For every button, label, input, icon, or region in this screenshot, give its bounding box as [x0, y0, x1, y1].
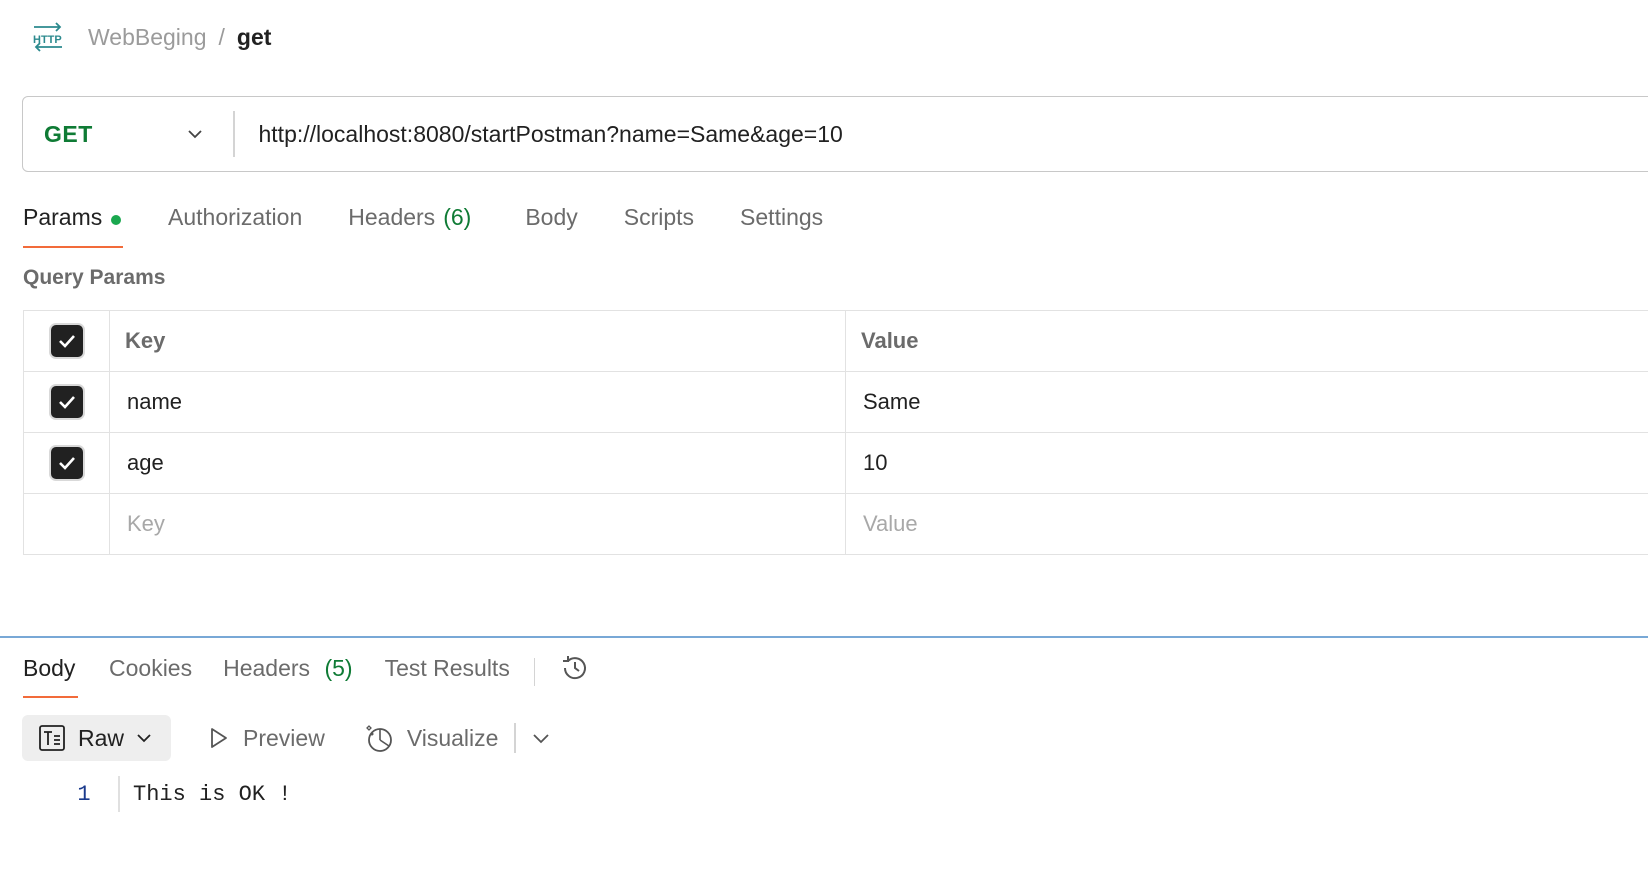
check-icon — [58, 335, 75, 348]
value-column-header: Value — [845, 310, 1648, 372]
tab-scripts[interactable]: Scripts — [624, 200, 694, 248]
table-header-row: Key Value — [23, 310, 1648, 372]
request-url-bar: GET — [22, 96, 1648, 172]
chevron-down-icon — [137, 734, 151, 743]
pane-splitter[interactable] — [0, 636, 1648, 638]
chevron-down-icon[interactable] — [530, 727, 552, 749]
raw-format-dropdown[interactable]: Raw — [22, 715, 171, 761]
view-divider — [514, 723, 516, 753]
row-checkbox-cell — [23, 371, 110, 433]
svg-text:HTTP: HTTP — [33, 34, 62, 46]
response-tabs: Body Cookies Headers (5) Test Results — [23, 652, 591, 700]
param-key[interactable]: name — [109, 371, 846, 433]
tab-headers-count: (6) — [443, 204, 472, 230]
key-column-header: Key — [109, 310, 846, 372]
response-tab-cookies-label: Cookies — [109, 655, 193, 681]
tab-body-label: Body — [525, 204, 578, 230]
method-label: GET — [44, 120, 93, 147]
visualize-label: Visualize — [406, 724, 499, 751]
preview-label: Preview — [243, 724, 325, 751]
tab-divider — [533, 658, 536, 686]
url-input[interactable] — [234, 96, 1648, 172]
empty-checkbox-cell — [23, 493, 110, 555]
row-checkbox-cell — [23, 432, 110, 494]
tab-headers-label: Headers — [348, 204, 436, 230]
http-icon: HTTP — [30, 19, 66, 55]
tab-headers[interactable]: Headers (6) — [348, 200, 471, 248]
row-checkbox[interactable] — [50, 447, 83, 479]
tab-params-label: Params — [23, 204, 103, 230]
response-view-bar: Raw Preview Visualize — [22, 715, 552, 761]
select-all-cell — [23, 310, 110, 372]
select-all-checkbox[interactable] — [50, 325, 83, 357]
query-params-table: Key Value name Same age 10 Key Value — [23, 310, 1648, 555]
tab-settings[interactable]: Settings — [740, 200, 823, 248]
params-active-dot — [111, 215, 122, 225]
response-tab-body-label: Body — [23, 655, 76, 681]
tab-authorization-label: Authorization — [168, 204, 303, 230]
gutter-line — [118, 776, 120, 812]
preview-button[interactable]: Preview — [205, 725, 325, 752]
row-checkbox[interactable] — [50, 386, 83, 418]
response-tab-cookies[interactable]: Cookies — [109, 652, 192, 698]
query-params-title: Query Params — [23, 266, 166, 289]
response-tab-body[interactable]: Body — [23, 652, 78, 698]
param-key[interactable]: age — [109, 432, 846, 494]
new-value-input[interactable]: Value — [845, 493, 1648, 555]
new-param-row: Key Value — [23, 493, 1648, 555]
response-tab-test-results-label: Test Results — [384, 655, 510, 681]
tab-body[interactable]: Body — [525, 200, 577, 248]
param-value[interactable]: 10 — [845, 432, 1648, 494]
method-select[interactable]: GET — [23, 97, 233, 171]
param-value[interactable]: Same — [845, 371, 1648, 433]
response-text[interactable]: This is OK ! — [133, 782, 291, 807]
breadcrumb-request-name[interactable]: get — [237, 24, 272, 51]
tab-scripts-label: Scripts — [623, 204, 695, 230]
response-tab-headers-label: Headers — [223, 655, 311, 681]
tab-settings-label: Settings — [740, 204, 824, 230]
text-format-icon — [39, 725, 65, 751]
history-icon[interactable] — [559, 652, 591, 684]
breadcrumb: HTTP WebBeging / get — [30, 18, 271, 56]
tab-params[interactable]: Params — [23, 200, 123, 248]
breadcrumb-separator: / — [218, 23, 225, 50]
table-row: name Same — [23, 371, 1648, 433]
response-tab-test-results[interactable]: Test Results — [385, 652, 510, 698]
response-tab-headers[interactable]: Headers (5) — [223, 652, 352, 698]
raw-format-label: Raw — [78, 724, 125, 751]
chevron-down-icon — [188, 130, 202, 139]
breadcrumb-collection[interactable]: WebBeging — [88, 24, 207, 51]
response-body-line: 1 This is OK ! — [60, 776, 291, 812]
play-icon — [211, 728, 227, 748]
table-row: age 10 — [23, 432, 1648, 494]
line-number: 1 — [77, 781, 91, 807]
check-icon — [58, 457, 75, 470]
response-tab-headers-count: (5) — [324, 655, 353, 681]
request-tabs: Params Authorization Headers (6) Body Sc… — [23, 200, 823, 250]
check-icon — [58, 396, 75, 409]
visualize-icon — [365, 725, 392, 752]
visualize-button[interactable]: Visualize — [363, 722, 499, 754]
new-key-input[interactable]: Key — [109, 493, 846, 555]
tab-authorization[interactable]: Authorization — [168, 200, 302, 248]
